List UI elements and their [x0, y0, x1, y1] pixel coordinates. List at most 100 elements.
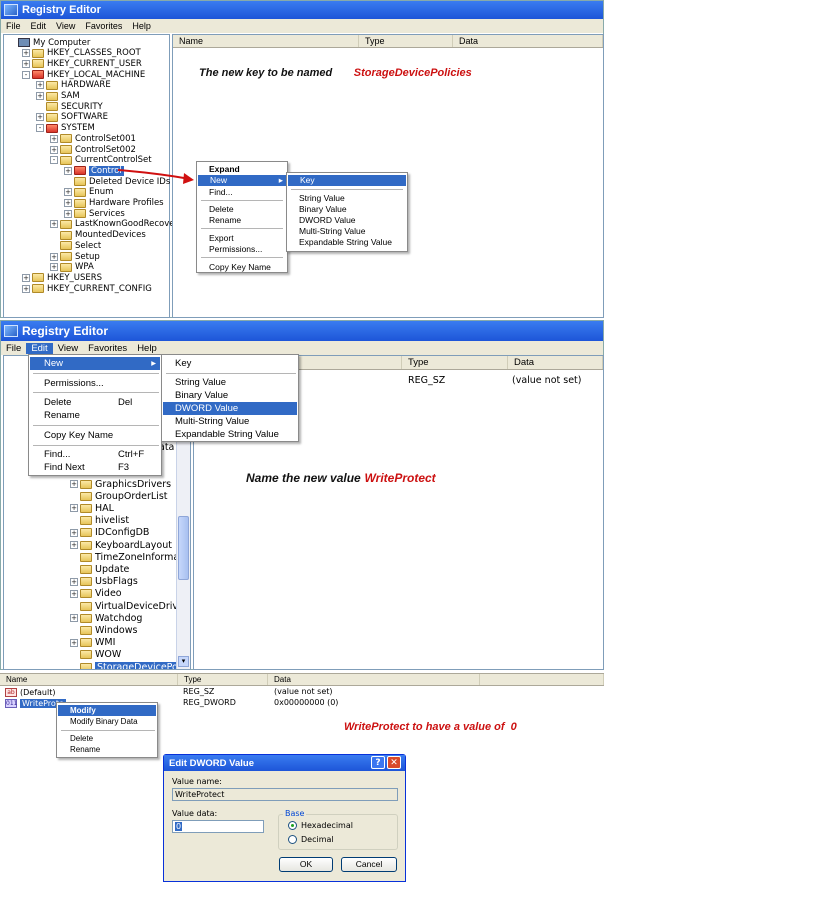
tree-node[interactable]: + Services	[64, 208, 125, 219]
tree-node[interactable]: Update	[70, 563, 129, 575]
tree-node[interactable]: + ControlSet002	[50, 144, 136, 155]
value-row-default[interactable]: ab (Default)	[5, 687, 55, 698]
column-name[interactable]: Name	[173, 35, 359, 47]
menu-view[interactable]: View	[53, 343, 83, 354]
edit-find-next[interactable]: Find Next	[44, 462, 85, 473]
column-data[interactable]: Data	[268, 674, 480, 685]
expand-icon[interactable]: +	[36, 81, 44, 90]
expand-icon[interactable]: +	[70, 541, 78, 549]
submenu-string-value[interactable]: String Value	[175, 377, 226, 388]
submenu-multi-string-value[interactable]: Multi-String Value	[299, 226, 365, 236]
context-copy-key-name[interactable]: Copy Key Name	[209, 262, 271, 272]
expand-icon[interactable]: +	[22, 284, 30, 293]
hexadecimal-radio[interactable]: Hexadecimal	[288, 821, 353, 830]
context-expand[interactable]: Expand	[209, 164, 240, 174]
submenu-binary-value[interactable]: Binary Value	[175, 390, 228, 401]
expand-icon[interactable]: +	[70, 577, 78, 586]
tree-node[interactable]: + UsbFlags	[70, 576, 138, 588]
context-rename[interactable]: Rename	[70, 745, 100, 754]
expand-icon[interactable]: +	[50, 145, 58, 154]
decimal-radio[interactable]: Decimal	[288, 835, 334, 844]
expand-icon[interactable]: +	[50, 263, 58, 272]
context-delete[interactable]: Delete	[209, 204, 234, 214]
expand-icon[interactable]: +	[70, 589, 78, 598]
ok-button[interactable]: OK	[279, 857, 333, 872]
expand-icon[interactable]: +	[70, 504, 78, 513]
tree-node[interactable]: MountedDevices	[50, 230, 146, 241]
tree-node[interactable]: VirtualDeviceDrive	[70, 600, 176, 612]
expand-icon[interactable]: +	[64, 209, 72, 218]
tree-node[interactable]: + WPA	[50, 262, 94, 273]
menu-file[interactable]: File	[1, 343, 26, 354]
scrollbar-thumb[interactable]	[178, 516, 189, 580]
edit-copy-key-name[interactable]: Copy Key Name	[44, 430, 113, 441]
edit-new[interactable]: New ▸	[30, 357, 160, 370]
menu-help[interactable]: Help	[132, 343, 162, 354]
tree-node[interactable]: + KeyboardLayout	[70, 539, 172, 551]
submenu-expandable-string-value[interactable]: Expandable String Value	[299, 237, 392, 247]
expand-icon[interactable]: +	[64, 188, 72, 197]
context-permissions[interactable]: Permissions...	[209, 244, 262, 254]
tree-node[interactable]: StorageDevicePo	[70, 661, 176, 669]
tree-node[interactable]: + Setup	[50, 251, 100, 262]
menu-view[interactable]: View	[51, 21, 80, 31]
context-export[interactable]: Export	[209, 233, 234, 243]
expand-icon[interactable]: +	[50, 252, 58, 261]
tree-node[interactable]: + Video	[70, 588, 122, 600]
expand-icon[interactable]: +	[36, 113, 44, 122]
column-data[interactable]: Data	[508, 356, 603, 369]
tree-node[interactable]: - HKEY_LOCAL_MACHINE	[22, 69, 145, 80]
tree-node[interactable]: + HKEY_CLASSES_ROOT	[22, 48, 141, 59]
value-name-field[interactable]: WriteProtect	[172, 788, 398, 801]
collapse-icon[interactable]: -	[50, 156, 58, 165]
expand-icon[interactable]: +	[70, 528, 78, 537]
expand-icon[interactable]: +	[50, 134, 58, 143]
value-data-field[interactable]: 0	[172, 820, 264, 833]
tree-node[interactable]: WOW	[70, 649, 121, 661]
expand-icon[interactable]: +	[64, 166, 72, 175]
tree-node[interactable]: Select	[50, 240, 101, 251]
submenu-dword-value[interactable]: DWORD Value	[299, 215, 356, 225]
menu-edit[interactable]: Edit	[26, 342, 53, 354]
column-type[interactable]: Type	[178, 674, 268, 685]
tree-node[interactable]: + Hardware Profiles	[64, 198, 164, 209]
edit-rename[interactable]: Rename	[44, 410, 80, 421]
column-type[interactable]: Type	[402, 356, 508, 369]
collapse-icon[interactable]: -	[22, 70, 30, 79]
tree-node[interactable]: + HAL	[70, 502, 114, 514]
expand-icon[interactable]: +	[22, 59, 30, 68]
tree-node[interactable]: GroupOrderList	[70, 490, 168, 502]
tree-node[interactable]: + Enum	[64, 187, 113, 198]
expand-icon[interactable]: +	[36, 92, 44, 100]
submenu-key[interactable]: Key	[288, 175, 406, 186]
scroll-down-icon[interactable]: ▾	[178, 656, 189, 667]
menu-file[interactable]: File	[1, 21, 26, 31]
tree-node[interactable]: My Computer	[8, 37, 90, 48]
column-name[interactable]: Name	[0, 674, 178, 685]
column-data[interactable]: Data	[453, 35, 603, 47]
menu-help[interactable]: Help	[127, 21, 156, 31]
context-find[interactable]: Find...	[209, 187, 233, 197]
tree-node[interactable]: + WMI	[70, 637, 115, 649]
tree-node[interactable]: + Control	[64, 165, 124, 176]
tree-node[interactable]: + ControlSet001	[50, 133, 136, 144]
tree-node[interactable]: + HKEY_CURRENT_USER	[22, 58, 142, 69]
tree-node[interactable]: + HKEY_USERS	[22, 272, 102, 283]
tree-node[interactable]: + Watchdog	[70, 612, 142, 624]
expand-icon[interactable]: +	[22, 49, 30, 58]
submenu-key[interactable]: Key	[175, 358, 191, 369]
expand-icon[interactable]: +	[70, 614, 78, 623]
cancel-button[interactable]: Cancel	[341, 857, 397, 872]
submenu-binary-value[interactable]: Binary Value	[299, 204, 347, 214]
context-modify[interactable]: Modify	[58, 705, 156, 716]
context-delete[interactable]: Delete	[70, 734, 93, 743]
collapse-icon[interactable]: -	[36, 124, 44, 133]
tree-node[interactable]: SECURITY	[36, 101, 103, 112]
context-new[interactable]: New ▸	[198, 175, 286, 186]
help-button[interactable]: ?	[371, 756, 385, 769]
expand-icon[interactable]: +	[64, 199, 72, 207]
tree-node[interactable]: + IDConfigDB	[70, 527, 149, 539]
tree-node[interactable]: + GraphicsDrivers	[70, 478, 171, 490]
edit-permissions[interactable]: Permissions...	[44, 378, 104, 389]
submenu-multi-string-value[interactable]: Multi-String Value	[175, 416, 249, 427]
